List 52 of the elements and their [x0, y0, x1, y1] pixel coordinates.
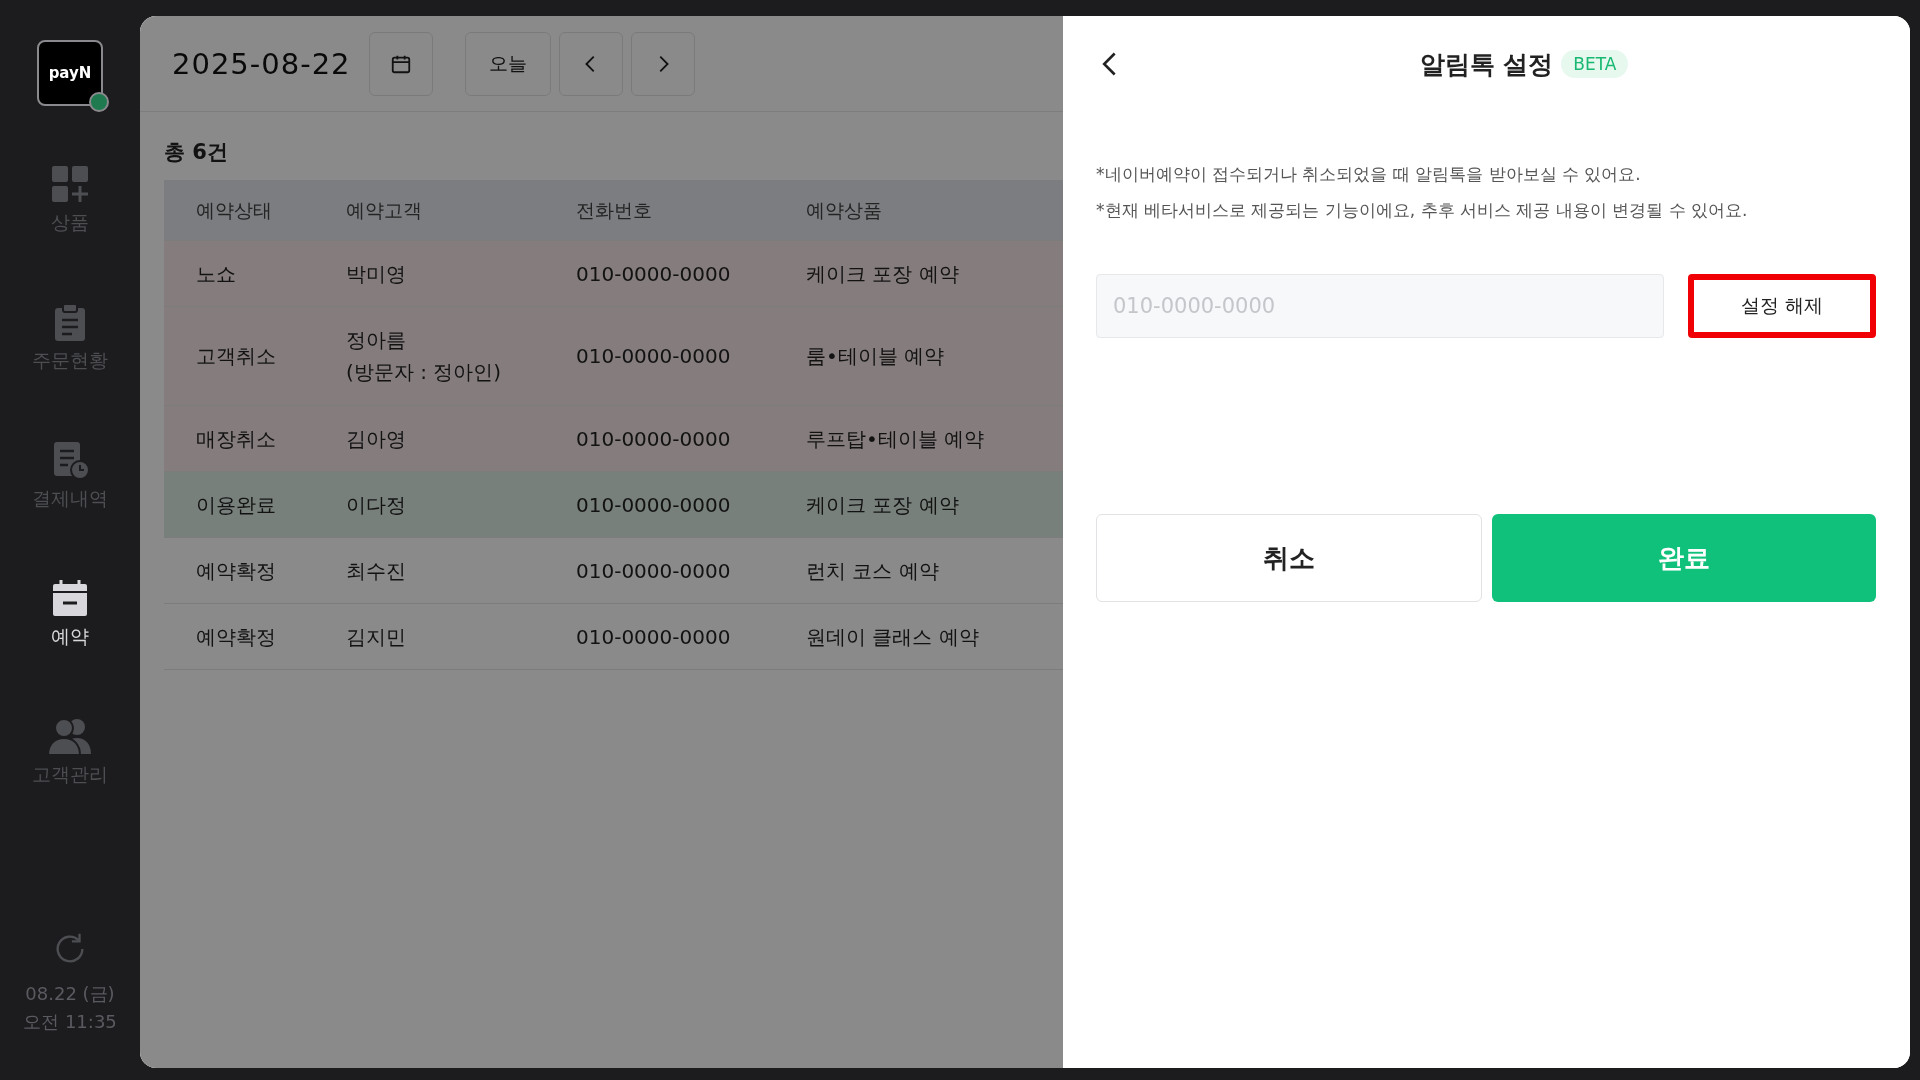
table-cell-text: 노쇼 — [196, 260, 237, 288]
confirm-button[interactable]: 완료 — [1492, 514, 1876, 602]
table-row[interactable]: 이용완료 이다정 010-0000-0000 케이크 포장 예약 — [164, 472, 1063, 538]
table-cell-text: 김지민 — [346, 623, 407, 651]
notice-text: *현재 베타서비스로 제공되는 기능이에요, 추후 서비스 제공 내용이 변경될 수 있어요. — [1096, 199, 1749, 222]
table-cell-text: 고객취소 — [196, 343, 277, 370]
table-cell-text: 010-0000-0000 — [576, 557, 732, 585]
column-header: 예약상품 — [806, 198, 883, 223]
table-cell-text: 010-0000-0000 — [576, 491, 732, 519]
table-cell-text: 이다정 — [346, 491, 407, 519]
table-cell-text: 010-0000-0000 — [576, 623, 732, 651]
table-cell-text: 박미영 — [346, 260, 407, 288]
sidebar-item[interactable]: 예약 — [32, 578, 108, 650]
table-cell-text: 010-0000-0000 — [576, 425, 732, 453]
today-button[interactable]: 오늘 — [464, 31, 551, 96]
table-cell-text: 010-0000-0000 — [576, 260, 732, 288]
clock-time: 오전 11:35 — [23, 1010, 117, 1034]
calendar-button[interactable] — [368, 31, 433, 96]
date-title: 2025-08-22 — [172, 46, 351, 81]
column-header: 예약고객 — [346, 198, 423, 223]
grid-plus-icon — [50, 164, 90, 204]
table-row[interactable]: 매장취소 김아영 010-0000-0000 루프탑•테이블 예약 — [164, 406, 1063, 472]
calendar-icon — [50, 578, 90, 618]
table-row[interactable]: 노쇼 박미영 010-0000-0000 케이크 포장 예약 — [164, 241, 1063, 307]
clock-date: 08.22 (금) — [25, 982, 115, 1006]
panel-title: 알림톡 설정 — [1419, 48, 1554, 81]
table-cell-text: 원데이 클래스 예약 — [806, 623, 980, 651]
next-button[interactable] — [630, 31, 695, 96]
unset-button[interactable]: 설정 해제 — [1688, 274, 1876, 338]
table-cell-text: 정아름 (방문자 : 정아인) — [346, 327, 503, 386]
logo: payN — [37, 40, 103, 106]
table-cell-text: 루프탑•테이블 예약 — [806, 425, 986, 453]
table-cell-text: 케이크 포장 예약 — [806, 260, 960, 288]
table-cell-text: 예약확정 — [196, 623, 277, 651]
previous-button[interactable] — [558, 31, 623, 96]
table-cell-text: 김아영 — [346, 425, 407, 453]
column-header: 전화번호 — [576, 198, 653, 223]
table-cell-text: 케이크 포장 예약 — [806, 491, 960, 519]
total-count: 총 6건 — [163, 139, 229, 166]
table-cell-text: 룸•테이블 예약 — [806, 343, 946, 370]
table-cell-text: 런치 코스 예약 — [806, 557, 940, 585]
people-icon — [47, 716, 93, 756]
table-cell-text: 매장취소 — [196, 425, 277, 453]
table-row[interactable]: 고객취소 정아름 (방문자 : 정아인) 010-0000-0000 룸•테이블 예약 — [164, 307, 1063, 406]
table-cell-text: 최수진 — [346, 557, 407, 585]
table-cell-text: 예약확정 — [196, 557, 277, 585]
beta-badge: BETA — [1561, 50, 1629, 78]
column-header: 예약상태 — [196, 198, 273, 223]
notice-text: *네이버예약이 접수되거나 취소되었을 때 알림톡을 받아보실 수 있어요. — [1096, 163, 1642, 186]
table-cell-text: 이용완료 — [196, 491, 277, 519]
cancel-button[interactable]: 취소 — [1096, 514, 1482, 602]
table-cell-text: 010-0000-0000 — [576, 343, 732, 370]
